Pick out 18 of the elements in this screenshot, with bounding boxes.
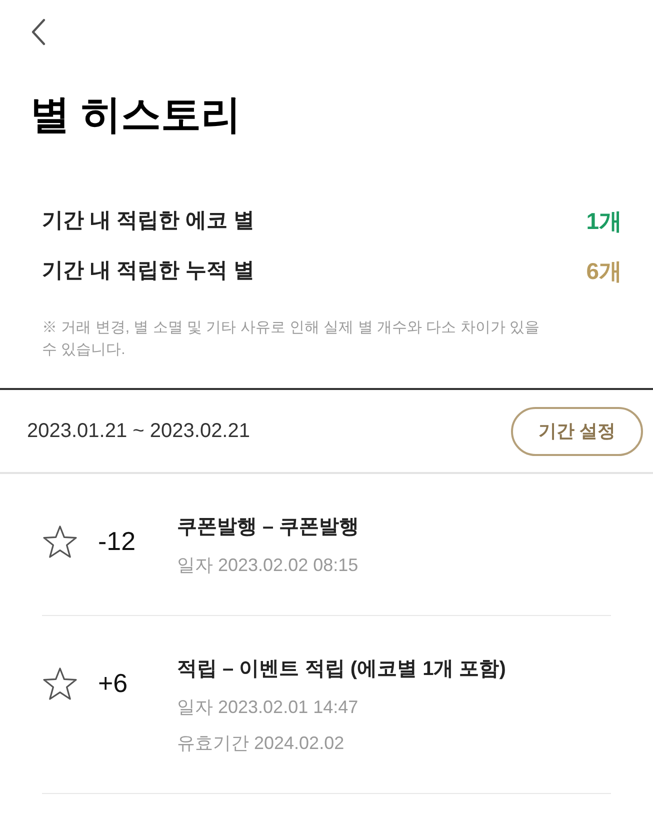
star-amount: -12	[98, 525, 136, 558]
summary-label: 기간 내 적립한 누적 별	[42, 258, 254, 284]
back-icon	[30, 18, 46, 46]
history-detail: 일자 2023.02.01 14:47	[177, 696, 360, 719]
star-outline-icon	[42, 666, 78, 700]
history-title: 적립 – 이벤트 적립 (에코별 1개 포함)	[177, 657, 506, 682]
history-detail: 유효기간 2024.02.02	[177, 732, 346, 755]
star-outline-icon	[42, 524, 78, 558]
notice-text: ※ 거래 변경, 별 소멸 및 기타 사유로 인해 실제 별 개수와 다소 차이가 있을 수 있습니다.	[42, 318, 541, 360]
history-title: 쿠폰발행 – 쿠폰발행	[177, 515, 360, 540]
summary-label: 기간 내 적립한 에코 별	[42, 208, 254, 234]
summary-value: 6개	[586, 256, 622, 286]
date-range: 2023.01.21 ~ 2023.02.21	[27, 419, 250, 444]
history-detail: 일자 2023.02.02 08:15	[177, 554, 360, 577]
page-title: 별 히스토리	[30, 92, 242, 139]
period-setting-button[interactable]: 기간 설정	[511, 406, 643, 456]
star-amount: +6	[98, 667, 128, 700]
summary-value: 1개	[586, 206, 622, 236]
